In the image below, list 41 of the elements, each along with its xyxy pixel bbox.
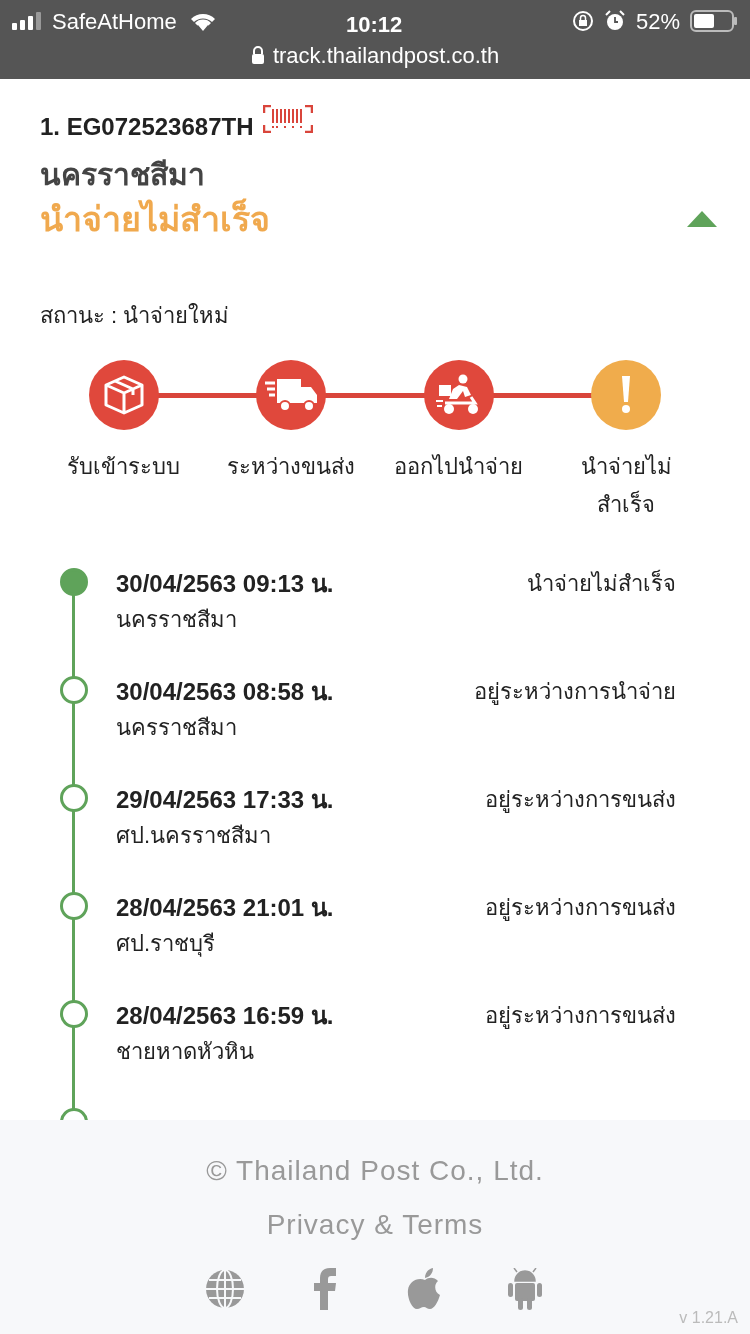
clock-time: 10:12 <box>346 11 403 39</box>
event-status: อยู่ระหว่างการขนส่ง <box>485 1002 676 1031</box>
signal-icon <box>12 12 44 30</box>
event-status: นำจ่ายไม่สำเร็จ <box>527 568 676 598</box>
event-status: อยู่ระหว่างการขนส่ง <box>485 894 676 923</box>
battery-percent: 52% <box>635 7 680 36</box>
event-place: ชายหาดหัวหิน <box>116 1038 255 1066</box>
version-label: v 1.21.A <box>679 1308 738 1328</box>
step-label: ระหว่างขนส่ง <box>226 453 357 481</box>
event-status: อยู่ระหว่างการนำจ่าย <box>474 678 676 707</box>
url-text[interactable]: track.thailandpost.co.th <box>272 38 500 72</box>
step-label: ออกไปนำจ่าย <box>393 453 524 481</box>
barcode-icon[interactable] <box>263 105 314 133</box>
event-place: นครราชสีมา <box>116 714 238 742</box>
delivery-status: นำจ่ายไม่สำเร็จ <box>40 197 270 240</box>
step-label: รับเข้าระบบ <box>66 453 182 481</box>
carrier-name: SafeAtHome <box>52 7 177 36</box>
step-label: นำจ่ายไม่สำเร็จ <box>579 453 673 519</box>
event-place: ศป.นครราชสีมา <box>116 822 273 850</box>
exclamation-icon <box>620 375 633 415</box>
event-datetime: 30/04/2563 09:13 น. <box>116 569 334 599</box>
event-place: นครราชสีมา <box>116 606 238 634</box>
tracking-number: 1. EG072523687TH <box>40 112 254 142</box>
event-status: อยู่ระหว่างการขนส่ง <box>485 786 676 815</box>
apple-icon[interactable] <box>407 1268 443 1310</box>
lock-icon <box>250 46 265 64</box>
event-datetime: 30/04/2563 08:58 น. <box>116 677 334 707</box>
status-line: สถานะ : นำจ่ายใหม่ <box>40 302 231 330</box>
battery-icon <box>690 10 738 32</box>
collapse-icon[interactable] <box>686 210 718 228</box>
rotation-lock-icon <box>571 10 594 32</box>
globe-icon[interactable] <box>204 1268 246 1310</box>
event-datetime: 28/04/2563 16:59 น. <box>116 1001 334 1031</box>
event-datetime: 28/04/2563 21:01 น. <box>116 893 334 923</box>
location-heading: นครราชสีมา <box>40 157 206 193</box>
event-place: ศป.ราชบุรี <box>116 930 217 959</box>
alarm-icon <box>603 10 626 32</box>
event-datetime: 29/04/2563 17:33 น. <box>116 785 334 815</box>
android-icon[interactable] <box>507 1268 543 1310</box>
facebook-icon[interactable] <box>313 1268 337 1310</box>
copyright-text: © Thailand Post Co., Ltd. <box>206 1154 544 1188</box>
